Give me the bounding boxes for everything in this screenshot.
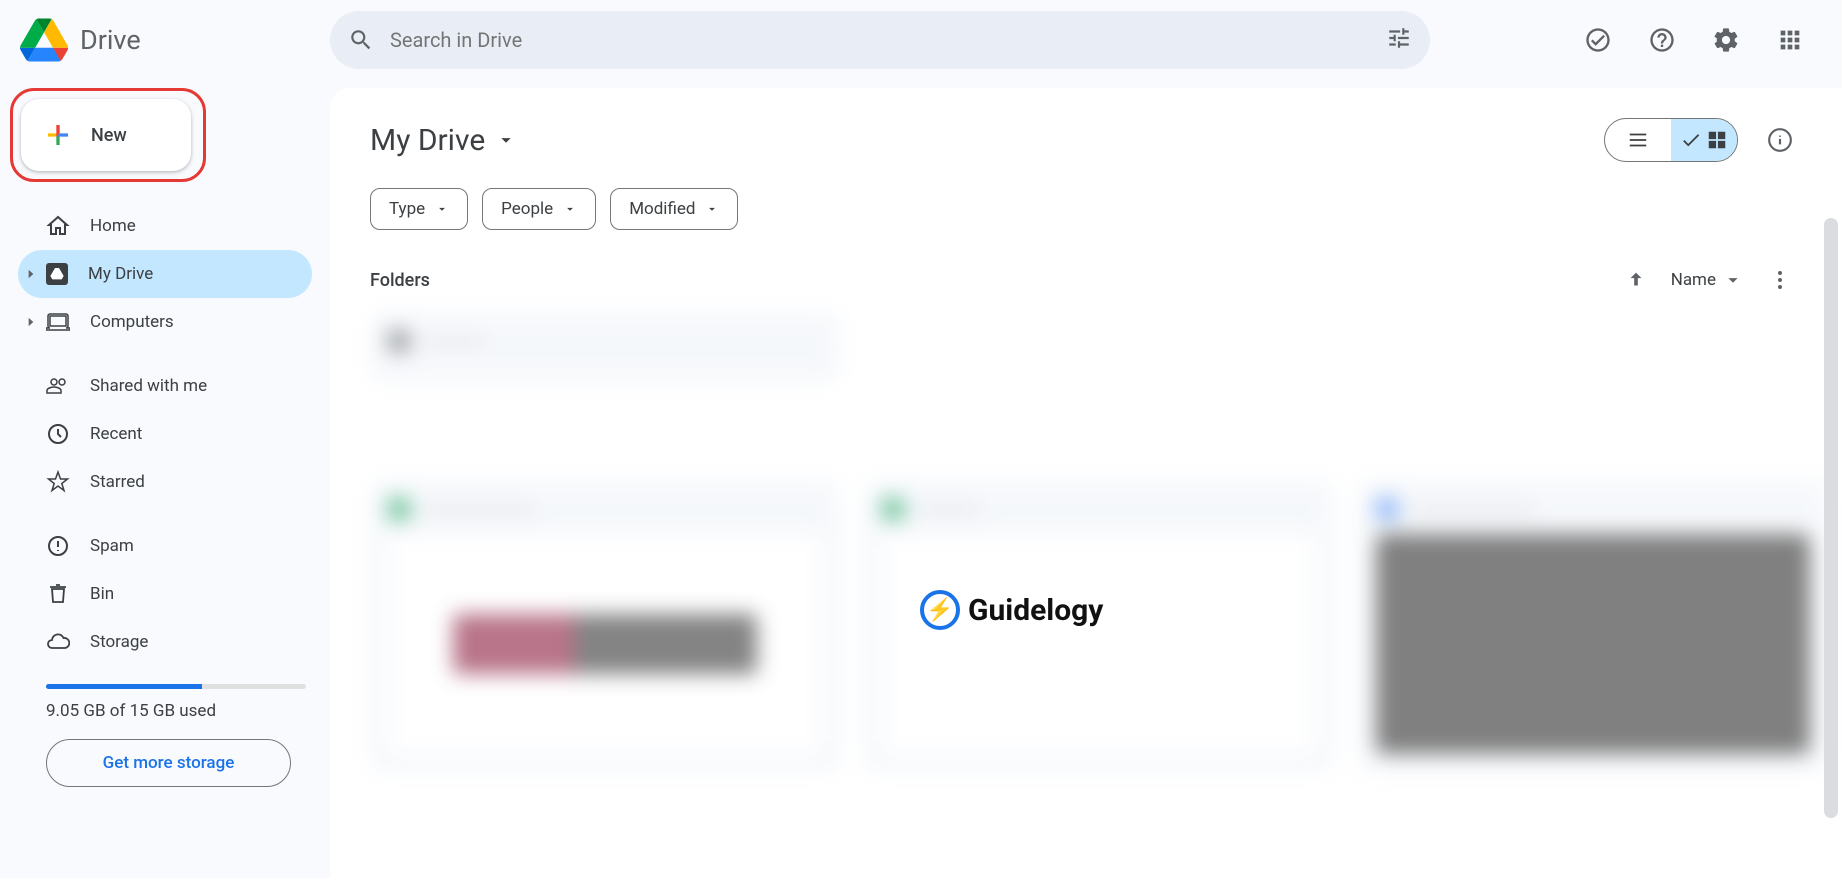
search-input[interactable]	[374, 28, 1386, 52]
folder-card[interactable]: —————	[370, 312, 840, 382]
info-button[interactable]	[1758, 118, 1802, 162]
apps-button[interactable]	[1766, 16, 1814, 64]
filter-label: Type	[389, 199, 425, 219]
scrollbar[interactable]	[1824, 218, 1838, 818]
nav-list: Home My Drive Computers Shared with me R…	[18, 202, 312, 666]
grid-view-button[interactable]	[1671, 119, 1737, 161]
laptop-icon	[46, 310, 70, 334]
chevron-right-icon	[24, 315, 38, 329]
sidebar-item-spam[interactable]: Spam	[18, 522, 312, 570]
header-icons	[1574, 16, 1822, 64]
sidebar-item-label: Recent	[90, 424, 142, 444]
watermark-text: Guidelogy	[968, 593, 1103, 628]
search-options-button[interactable]	[1386, 25, 1412, 55]
filter-people[interactable]: People	[482, 188, 596, 230]
file-card[interactable]: —————————	[370, 480, 840, 772]
offline-ready-button[interactable]	[1574, 16, 1622, 64]
content-grid: ————— ————————— ————— ——————————	[370, 312, 1842, 772]
list-icon	[1627, 129, 1649, 151]
sidebar-item-home[interactable]: Home	[18, 202, 312, 250]
filter-type[interactable]: Type	[370, 188, 468, 230]
trash-icon	[46, 582, 70, 606]
get-more-storage-button[interactable]: Get more storage	[46, 739, 291, 787]
main-panel: My Drive Type People Modified	[330, 88, 1842, 878]
drive-icon	[46, 263, 68, 285]
sidebar-item-shared[interactable]: Shared with me	[18, 362, 312, 410]
view-toggle	[1604, 118, 1738, 162]
more-options-button[interactable]	[1768, 268, 1792, 292]
sidebar-item-storage[interactable]: Storage	[18, 618, 312, 666]
file-card[interactable]: ——————————	[1358, 480, 1828, 772]
people-icon	[46, 374, 70, 398]
breadcrumb-label: My Drive	[370, 123, 485, 158]
sort-field-button[interactable]: Name	[1671, 269, 1744, 291]
storage-bar	[46, 684, 306, 689]
main-header: My Drive	[370, 118, 1842, 162]
chevron-down-icon	[435, 202, 449, 216]
spam-icon	[46, 534, 70, 558]
apps-icon	[1776, 26, 1804, 54]
help-icon	[1648, 26, 1676, 54]
header: Drive	[0, 0, 1842, 80]
plus-icon	[43, 120, 73, 150]
sidebar-item-label: Spam	[90, 536, 134, 556]
new-button-label: New	[91, 125, 127, 146]
gear-icon	[1712, 26, 1740, 54]
watermark-icon: ⚡	[920, 590, 960, 630]
sort-direction-button[interactable]	[1625, 269, 1647, 291]
help-button[interactable]	[1638, 16, 1686, 64]
sidebar-item-label: Shared with me	[90, 376, 207, 396]
cloud-icon	[46, 630, 70, 654]
sidebar-item-label: Starred	[90, 472, 145, 492]
filter-label: People	[501, 199, 553, 219]
sidebar-item-label: Computers	[90, 312, 174, 332]
sidebar: New Home My Drive Computers Shared with …	[0, 88, 330, 787]
chevron-right-icon	[24, 267, 38, 281]
grid-icon	[1706, 129, 1728, 151]
chevron-down-icon	[563, 202, 577, 216]
search-bar[interactable]	[330, 11, 1430, 69]
sidebar-item-label: Storage	[90, 632, 148, 652]
more-vert-icon	[1768, 268, 1792, 292]
star-icon	[46, 470, 70, 494]
sidebar-item-label: Home	[90, 216, 136, 236]
clock-icon	[46, 422, 70, 446]
list-view-button[interactable]	[1605, 119, 1671, 161]
sidebar-item-my-drive[interactable]: My Drive	[18, 250, 312, 298]
arrow-up-icon	[1625, 269, 1647, 291]
sidebar-item-bin[interactable]: Bin	[18, 570, 312, 618]
storage-fill	[46, 684, 202, 689]
section-title: Folders	[370, 270, 430, 291]
chevron-down-icon	[1722, 269, 1744, 291]
breadcrumb[interactable]: My Drive	[370, 123, 517, 158]
home-icon	[46, 214, 70, 238]
settings-button[interactable]	[1702, 16, 1750, 64]
info-icon	[1767, 127, 1793, 153]
storage-text: 9.05 GB of 15 GB used	[46, 701, 312, 721]
section-row: Folders Name	[370, 268, 1842, 292]
check-circle-icon	[1584, 26, 1612, 54]
sidebar-item-label: My Drive	[88, 264, 153, 284]
filter-modified[interactable]: Modified	[610, 188, 738, 230]
storage-block: 9.05 GB of 15 GB used Get more storage	[18, 684, 312, 787]
sidebar-item-recent[interactable]: Recent	[18, 410, 312, 458]
sidebar-item-starred[interactable]: Starred	[18, 458, 312, 506]
sort-controls: Name	[1625, 268, 1792, 292]
new-button[interactable]: New	[21, 99, 191, 171]
filter-label: Modified	[629, 199, 695, 219]
new-button-highlight: New	[10, 88, 206, 182]
sidebar-item-computers[interactable]: Computers	[18, 298, 312, 346]
search-icon	[348, 27, 374, 53]
chevron-down-icon	[705, 202, 719, 216]
watermark: ⚡ Guidelogy	[920, 590, 1103, 630]
filter-row: Type People Modified	[370, 188, 1842, 230]
drive-logo-icon	[20, 16, 68, 64]
sort-label: Name	[1671, 270, 1716, 290]
sidebar-item-label: Bin	[90, 584, 114, 604]
logo-block[interactable]: Drive	[20, 16, 330, 64]
check-icon	[1680, 129, 1702, 151]
tune-icon	[1386, 25, 1412, 51]
chevron-down-icon	[495, 129, 517, 151]
app-title: Drive	[80, 24, 141, 56]
